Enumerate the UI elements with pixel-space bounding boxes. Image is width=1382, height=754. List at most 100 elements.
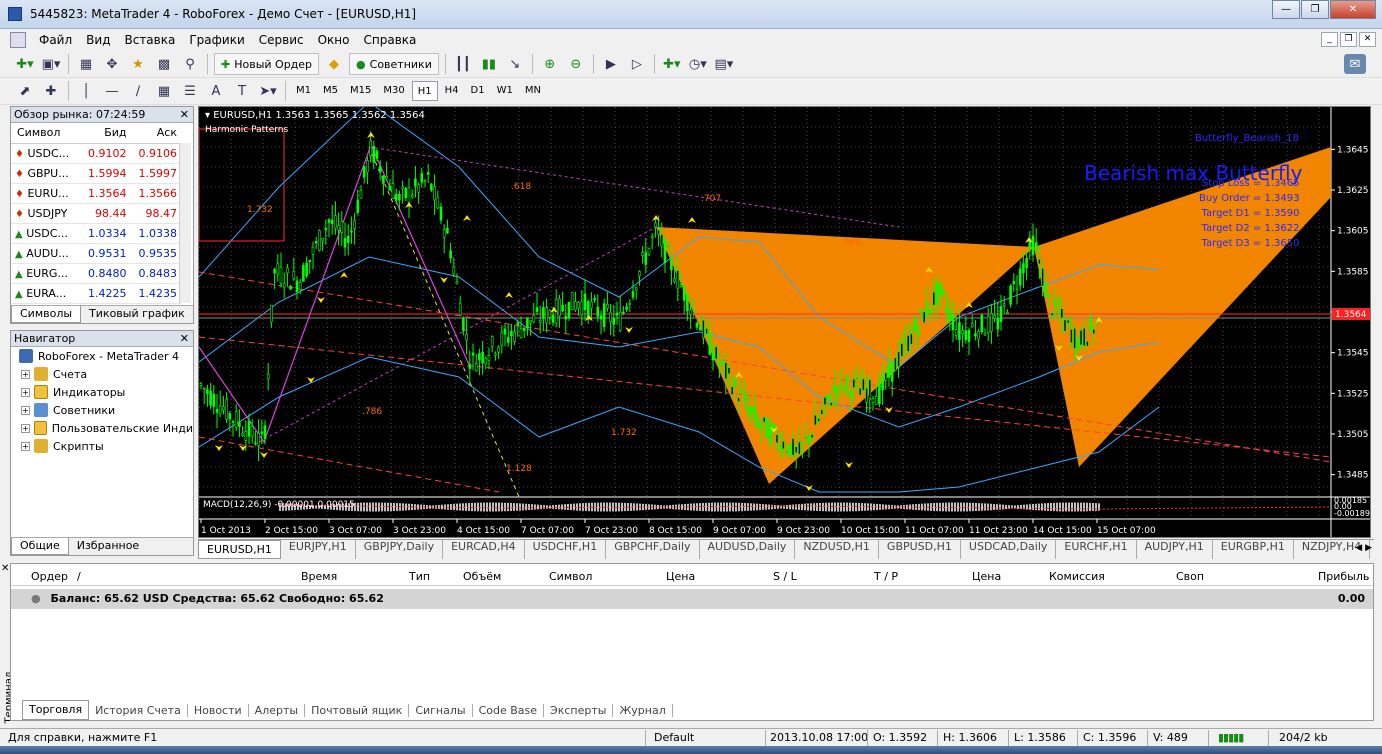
menu-tools[interactable]: Сервис [252,33,311,47]
metaeditor-icon[interactable]: ◆ [323,54,345,74]
expand-icon[interactable]: + [21,441,30,451]
tf-m15[interactable]: M15 [345,81,376,101]
tf-w1[interactable]: W1 [492,81,518,101]
col-time[interactable]: Время [301,570,337,583]
expand-icon[interactable]: + [21,387,30,397]
chart-tab[interactable]: USDCAD,Daily [961,540,1057,559]
strategy-tester-icon[interactable]: ⚲ [179,54,201,74]
list-item[interactable]: ▲ EURA... 1.4225 1.4235 [11,283,181,304]
nav-indicators[interactable]: + Индикаторы [11,383,193,401]
tab-symbols[interactable]: Символы [11,306,82,323]
expand-icon[interactable]: + [21,369,30,379]
zoom-in-icon[interactable]: ⊕ [539,54,561,74]
tf-m30[interactable]: M30 [378,81,409,101]
tf-h4[interactable]: H4 [440,81,464,101]
text-icon[interactable]: A [205,81,227,101]
trendline-icon[interactable]: ∕ [127,81,149,101]
chart-tab[interactable]: GBPUSD,H1 [879,540,961,559]
zoom-out-icon[interactable]: ⊖ [565,54,587,74]
nav-scripts[interactable]: + Скрипты [11,437,193,455]
terminal-tab[interactable]: Почтовый ящик [305,703,410,717]
col-bid[interactable]: Бид [80,123,131,144]
status-profile[interactable]: Default [654,731,694,744]
chart-tab[interactable]: AUDUSD,Daily [700,540,796,559]
data-window-icon[interactable]: ✥ [101,54,123,74]
mdi-close-button[interactable]: ✕ [1359,32,1376,47]
list-item[interactable]: ▲ EURG... 0.8480 0.8483 [11,263,181,284]
tab-tick-chart[interactable]: Тиковый график [81,306,193,323]
tab-scroll-arrows[interactable]: ◀ ▶ [1355,543,1372,553]
menu-help[interactable]: Справка [357,33,424,47]
terminal-tab[interactable]: Алерты [249,703,306,717]
tf-m5[interactable]: M5 [318,81,343,101]
vertical-line-icon[interactable]: │ [75,81,97,101]
col-profit[interactable]: Прибыль [1318,570,1369,583]
col-order[interactable]: Ордер [31,570,68,583]
crosshair-icon[interactable]: ✚ [40,81,62,101]
horizontal-line-icon[interactable]: — [101,81,123,101]
channel-icon[interactable]: ▦ [153,81,175,101]
chart-tab[interactable]: NZDUSD,H1 [795,540,879,559]
tab-favorites[interactable]: Избранное [69,538,147,555]
cursor-icon[interactable]: ⬈ [14,81,36,101]
list-item[interactable]: ♦ EURU... 1.3564 1.3566 [11,183,181,204]
terminal-icon[interactable]: ▩ [153,54,175,74]
balance-row[interactable]: ● Баланс: 65.62 USD Средства: 65.62 Своб… [11,589,1373,609]
tf-m1[interactable]: M1 [291,81,316,101]
terminal-tab[interactable]: Новости [188,703,249,717]
expand-icon[interactable]: + [21,405,30,415]
nav-accounts[interactable]: + Счета [11,365,193,383]
list-item[interactable]: ♦ USDC... 0.9102 0.9106 [11,143,181,164]
restore-button[interactable]: ❐ [1301,0,1329,19]
nav-root[interactable]: RoboForex - MetaTrader 4 [11,347,193,365]
profiles-icon[interactable]: ▣▾ [40,54,62,74]
chart-tab[interactable]: EURCAD,H4 [443,540,525,559]
list-item[interactable]: ▲ AUDU... 0.9531 0.9535 [11,243,181,264]
price-chart[interactable]: 1.732 .618 .707 .886 .786 1.732 1.128 1.3645 1.3… [198,106,1371,538]
col-type[interactable]: Тип [409,570,430,583]
fibonacci-icon[interactable]: ☰ [179,81,201,101]
chart-tab[interactable]: EURJPY,H1 [281,540,356,559]
chart-shift-icon[interactable]: ▷ [626,54,648,74]
close-button[interactable]: ✕ [1330,0,1376,19]
navigator-icon[interactable]: ★ [127,54,149,74]
col-price2[interactable]: Цена [972,570,1001,583]
menu-window[interactable]: Окно [311,33,357,47]
chart-tab[interactable]: USDCHF,H1 [525,540,607,559]
terminal-tab[interactable]: Эксперты [544,703,614,717]
col-tp[interactable]: T / P [874,570,898,583]
market-watch-icon[interactable]: ▦ [75,54,97,74]
chart-tab[interactable]: EURCHF,H1 [1056,540,1137,559]
terminal-tab[interactable]: Торговля [22,700,90,720]
text-label-icon[interactable]: T [231,81,253,101]
mdi-restore-button[interactable]: ❐ [1340,32,1357,47]
menu-insert[interactable]: Вставка [117,33,182,47]
chart-window-icon[interactable] [10,32,26,48]
expand-icon[interactable]: + [21,423,30,433]
col-sort[interactable]: / [77,570,81,583]
tab-general[interactable]: Общие [11,538,69,555]
tf-h1[interactable]: H1 [411,81,438,101]
indicators-icon[interactable]: ✚▾ [661,54,683,74]
terminal-tab[interactable]: Сигналы [409,703,473,717]
close-icon[interactable]: ✕ [1,563,9,574]
chart-tab[interactable]: GBPCHF,Daily [606,540,700,559]
chart-tab[interactable]: EURGBP,H1 [1213,540,1294,559]
list-item[interactable]: ▲ USDC... 1.0334 1.0338 [11,223,181,244]
experts-button[interactable]: ● Советники [349,53,439,75]
periods-icon[interactable]: ◷▾ [687,54,709,74]
bar-chart-icon[interactable]: ┃┃ [452,54,474,74]
col-symbol[interactable]: Символ [549,570,592,583]
line-chart-icon[interactable]: ↘ [504,54,526,74]
auto-scroll-icon[interactable]: ▶ [600,54,622,74]
tf-mn[interactable]: MN [520,81,546,101]
col-price[interactable]: Цена [666,570,695,583]
col-volume[interactable]: Объём [463,570,501,583]
tf-d1[interactable]: D1 [466,81,490,101]
menu-file[interactable]: Файл [32,33,79,47]
list-item[interactable]: ♦ USDJPY 98.44 98.47 [11,203,181,224]
menu-view[interactable]: Вид [79,33,117,47]
list-item[interactable]: ♦ GBPU... 1.5994 1.5997 [11,163,181,184]
col-swap[interactable]: Своп [1176,570,1204,583]
chart-tab[interactable]: GBPJPY,Daily [356,540,444,559]
